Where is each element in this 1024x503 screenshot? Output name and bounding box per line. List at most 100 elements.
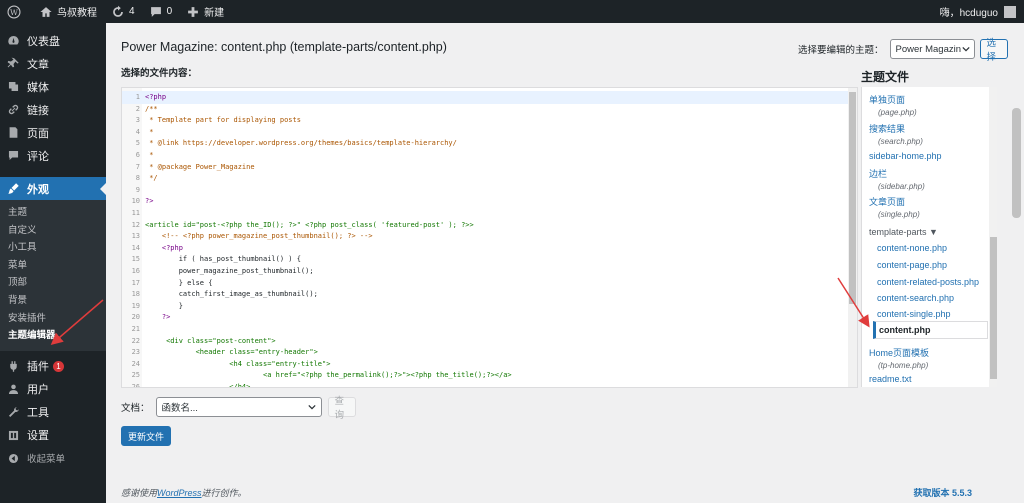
code-text: <?php	[145, 93, 167, 101]
editor-scroll-thumb[interactable]	[849, 92, 856, 304]
menu-item-media[interactable]: 媒体	[0, 75, 106, 98]
wordpress-logo-icon[interactable]: W	[0, 0, 32, 23]
select-theme-label: 选择要编辑的主题：	[798, 45, 884, 56]
home-icon	[40, 6, 52, 17]
selected-file-content-label: 选择的文件内容：	[121, 68, 198, 79]
plus-icon	[188, 6, 199, 17]
chevron-down-icon	[961, 46, 970, 52]
updates-link[interactable]: 4	[104, 0, 142, 23]
file-name: (tp-home.php)	[878, 361, 929, 370]
menu-label: 文章	[27, 58, 49, 71]
file-item[interactable]: content-page.php	[877, 260, 947, 270]
user-greeting[interactable]: 嗨，hcduguo	[940, 4, 998, 19]
submenu-item-menus[interactable]: 菜单	[0, 257, 106, 275]
page-icon	[9, 127, 18, 138]
code-line[interactable]: 26 </h4>	[122, 381, 849, 387]
file-name: (page.php)	[878, 108, 917, 117]
menu-label: 仪表盘	[27, 35, 60, 48]
code-text: <!-- <?php power_magazine_post_thumbnail…	[145, 232, 373, 241]
avatar[interactable]	[1004, 5, 1016, 18]
current-file-item[interactable]: content.php	[873, 321, 988, 339]
menu-item-settings[interactable]: 设置	[0, 424, 106, 447]
pin-icon	[7, 57, 19, 68]
site-name-link[interactable]: 鸟叔教程	[32, 0, 104, 23]
lookup-button[interactable]: 查询	[327, 396, 356, 421]
site-name: 鸟叔教程	[57, 8, 97, 19]
submenu-item-widgets[interactable]: 小工具	[0, 239, 106, 257]
file-item[interactable]: 搜索结果 (search.php)	[869, 122, 923, 146]
media-icon	[8, 81, 19, 92]
wordpress-link[interactable]: WordPress	[157, 488, 202, 498]
chevron-down-icon	[307, 404, 316, 410]
file-name: (single.php)	[878, 210, 920, 219]
select-theme-button[interactable]: 选择	[979, 38, 1008, 63]
update-file-button[interactable]: 更新文件	[121, 426, 171, 446]
code-text: } else {	[145, 278, 213, 287]
file-name: (search.php)	[878, 137, 923, 146]
code-text: * @link https://developer.wordpress.org/…	[145, 139, 457, 148]
file-item[interactable]: content-search.php	[877, 293, 954, 303]
file-label: 搜索结果	[869, 124, 906, 134]
code-text: power_magazine_post_thumbnail();	[145, 267, 314, 275]
file-item[interactable]: 单独页面 (page.php)	[869, 93, 917, 117]
new-content-link[interactable]: 新建	[179, 0, 231, 23]
thanks-prefix: 感谢使用	[121, 488, 158, 498]
menu-item-dashboard[interactable]: 仪表盘	[0, 29, 106, 52]
code-text: <article id="post-<?php the_ID(); ?>" <?…	[145, 220, 474, 229]
submenu-item-install-plugins[interactable]: 安装插件	[0, 310, 106, 328]
get-version-link[interactable]: 获取版本 5.5.3	[913, 486, 972, 499]
collapse-menu-button[interactable]: 收起菜单	[0, 447, 106, 470]
file-label: 文章页面	[869, 197, 906, 207]
admin-sidebar: 仪表盘 文章 媒体 链接 页面 评论 外观 主题 自定义 小工具 菜单 顶部 背…	[0, 23, 106, 503]
file-item[interactable]: content-related-posts.php	[877, 277, 979, 287]
code-text: ?>	[145, 313, 171, 322]
dashboard-icon	[8, 35, 19, 45]
submenu-item-background[interactable]: 背景	[0, 292, 106, 310]
editor-scrollbar[interactable]	[848, 88, 857, 387]
page-scrollbar[interactable]	[1010, 23, 1024, 503]
menu-item-users[interactable]: 用户	[0, 378, 106, 401]
file-item[interactable]: readme.txt	[869, 374, 912, 384]
submenu-item-customize[interactable]: 自定义	[0, 222, 106, 240]
file-label: 单独页面	[869, 95, 906, 105]
code-text: if ( has_post_thumbnail() ) {	[145, 255, 301, 264]
submenu-item-header[interactable]: 顶部	[0, 274, 106, 292]
menu-label: 外观	[27, 183, 49, 196]
menu-item-posts[interactable]: 文章	[0, 52, 106, 75]
menu-label: 设置	[27, 430, 49, 443]
file-item[interactable]: content-single.php	[877, 309, 951, 319]
menu-item-tools[interactable]: 工具	[0, 401, 106, 424]
submenu-item-theme-editor[interactable]: 主题编辑器	[0, 327, 106, 345]
file-label: sidebar-home.php	[869, 151, 942, 161]
folder-template-parts[interactable]: template-parts ▼	[869, 227, 938, 237]
menu-item-links[interactable]: 链接	[0, 98, 106, 121]
file-item[interactable]: content-none.php	[877, 243, 947, 253]
file-item[interactable]: 边栏 (sidebar.php)	[869, 167, 925, 191]
file-label: readme.txt	[869, 374, 912, 384]
plugin-icon	[10, 361, 17, 372]
submenu-item-themes[interactable]: 主题	[0, 204, 106, 222]
theme-files-title: 主题文件	[861, 70, 910, 84]
file-item[interactable]: sidebar-home.php	[869, 151, 942, 161]
comments-link[interactable]: 0	[142, 0, 180, 23]
menu-label: 收起菜单	[27, 454, 66, 466]
menu-item-pages[interactable]: 页面	[0, 121, 106, 144]
svg-text:W: W	[10, 7, 18, 16]
theme-select[interactable]: Power Magazin	[889, 39, 975, 59]
file-item[interactable]: Home页面模板 (tp-home.php)	[869, 346, 929, 370]
code-editor[interactable]: 1 <?php 2/** 3 * Template part for displayi…	[121, 87, 858, 388]
files-scroll-thumb[interactable]	[990, 237, 997, 379]
menu-label: 媒体	[27, 81, 49, 94]
menu-item-plugins[interactable]: 插件 1	[0, 355, 106, 378]
comments-count: 0	[166, 6, 173, 17]
function-name-select[interactable]: 函数名...	[155, 397, 322, 417]
page-scroll-thumb[interactable]	[1012, 108, 1021, 218]
new-label: 新建	[204, 8, 225, 19]
menu-item-appearance[interactable]: 外观	[0, 177, 106, 200]
menu-label: 链接	[27, 104, 49, 117]
menu-item-comments[interactable]: 评论	[0, 144, 106, 167]
code-text: }	[145, 301, 183, 310]
file-item[interactable]: 文章页面 (single.php)	[869, 195, 920, 219]
files-scrollbar[interactable]	[989, 87, 997, 387]
menu-label: 评论	[27, 150, 49, 163]
